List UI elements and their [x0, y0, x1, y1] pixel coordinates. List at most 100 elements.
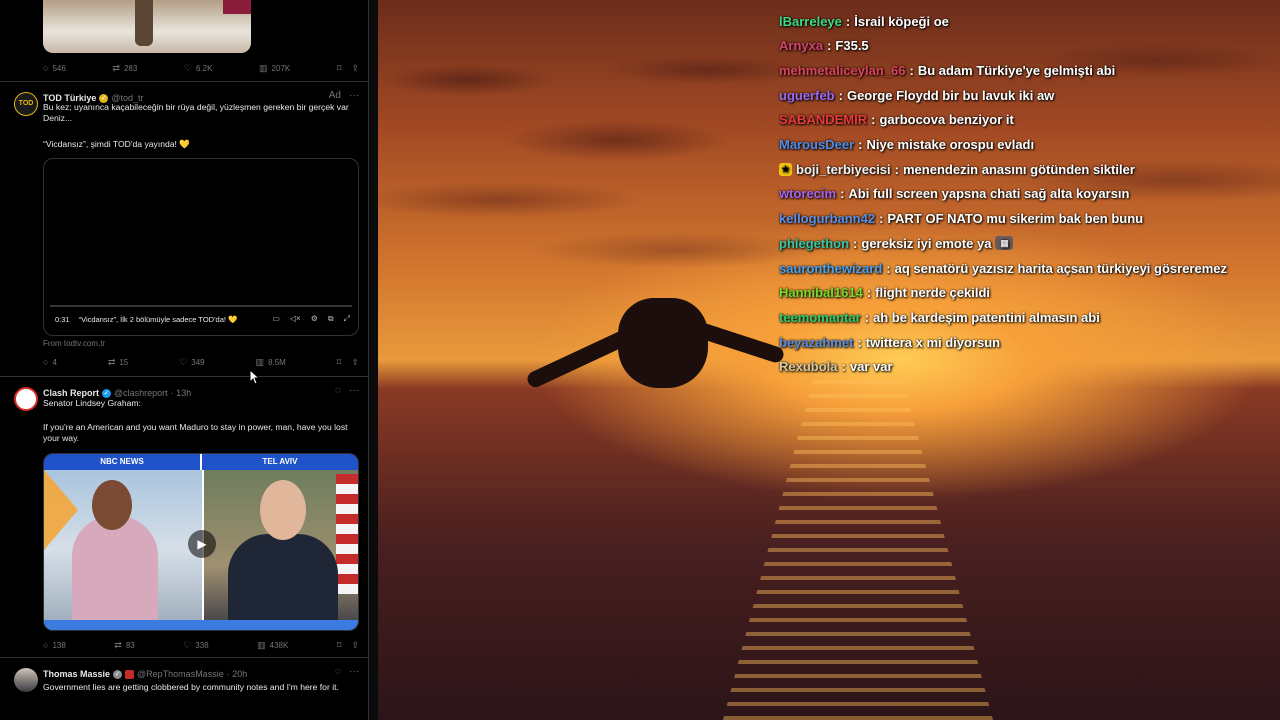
ad-label: Ad	[328, 90, 341, 101]
chat-username[interactable]: sauronthewizard	[779, 261, 882, 276]
chat-message: Rexubola: var var	[779, 357, 893, 377]
like-button[interactable]: ♡ 6.2K	[184, 63, 213, 74]
share-icon[interactable]: ⇪	[351, 640, 359, 651]
chat-separator: :	[858, 137, 863, 152]
play-icon[interactable]: ▶	[188, 530, 216, 558]
share-icon[interactable]: ⇪	[351, 63, 359, 74]
chat-message: SABANDEMIR: garbocova benziyor it	[779, 110, 1014, 130]
video-time: 0:31	[52, 313, 73, 325]
chat-username[interactable]: Arnyxa	[779, 38, 823, 53]
pip-icon[interactable]: ⧉	[328, 314, 334, 324]
chat-message: MarousDeer: Niye mistake orospu evladı	[779, 135, 1034, 155]
repost-button[interactable]: ⇄ 283	[112, 63, 137, 74]
tweet-video-thumbnail[interactable]: NBC NEWS TEL AVIV ▶	[43, 453, 359, 631]
grok-icon[interactable]: ◌	[335, 666, 341, 677]
more-options-icon[interactable]: ···	[349, 666, 359, 677]
reply-button[interactable]: ○ 4	[43, 357, 57, 367]
chat-username[interactable]: lBarreleye	[779, 14, 842, 29]
settings-icon[interactable]: ⚙	[311, 314, 318, 324]
chat-text: ah be kardeşim patentini almasın abi	[872, 309, 1100, 325]
tweet-time[interactable]: · 13h	[171, 388, 192, 398]
chat-separator: :	[871, 112, 876, 128]
chat-text: PART OF NATO mu sikerim bak ben bunu	[887, 211, 1144, 227]
chat-username[interactable]: kellogurbann42	[779, 211, 875, 226]
chat-separator: :	[866, 285, 872, 301]
bookmark-icon[interactable]: ⌑	[337, 63, 342, 74]
tweet-time[interactable]: · 20h	[227, 669, 248, 679]
chat-username[interactable]: boji_terbiyecisi	[796, 162, 891, 177]
flag-badge-icon	[125, 669, 135, 679]
chat-username[interactable]: uguerfeb	[779, 88, 835, 103]
chat-separator: :	[840, 186, 845, 202]
chat-separator: :	[864, 309, 869, 325]
chat-username[interactable]: mehmetaliceylan_66	[779, 63, 905, 78]
chat-message: Arnyxa: F35.5	[779, 36, 869, 56]
views-icon: ▥	[259, 62, 268, 73]
tweet-text: Senator Lindsey Graham:	[43, 398, 141, 408]
bookmark-icon[interactable]: ⌑	[337, 640, 342, 651]
chat-message: uguerfeb: George Floydd bir bu lavuk iki …	[779, 85, 1054, 105]
bookmark-icon[interactable]: ⌑	[337, 357, 342, 368]
reply-button[interactable]: ○ 138	[43, 640, 66, 650]
chat-text: George Floydd bir bu lavuk iki aw	[846, 87, 1055, 103]
chat-username[interactable]: SABANDEMIR	[779, 112, 867, 127]
caption-icon[interactable]: ▭	[272, 314, 280, 324]
tweet-post[interactable]: Thomas Massie ✓ @RepThomasMassie · 20h ◌…	[0, 658, 368, 720]
mouse-cursor-icon	[249, 369, 259, 385]
author-name[interactable]: Thomas Massie	[43, 669, 110, 679]
chat-separator: :	[838, 87, 843, 103]
author-name[interactable]: Clash Report	[43, 388, 99, 398]
fullscreen-icon[interactable]: ⤢	[344, 314, 350, 324]
chat-text: F35.5	[835, 38, 869, 54]
tweet-text: Bu kez; uyanınca kaçabileceğin bir rüya …	[43, 102, 349, 123]
tweet-post[interactable]: Clash Report ✓ @clashreport · 13h ◌ ··· …	[0, 377, 368, 658]
tweet-post[interactable]: ○ 546 ⇄ 283 ♡ 6.2K ▥ 207K ⌑ ⇪	[0, 0, 368, 82]
tweet-image[interactable]	[43, 0, 251, 53]
repost-icon: ⇄	[112, 62, 120, 73]
author-handle[interactable]: @RepThomasMassie	[137, 669, 224, 679]
tweet-text: “Vicdansız”, şimdi TOD'da yayında! 💛	[43, 139, 191, 149]
more-options-icon[interactable]: ···	[349, 90, 359, 101]
repost-button[interactable]: ⇄ 15	[108, 357, 128, 368]
chat-message: sauronthewizard: aq senatörü yazısız hari…	[779, 258, 1227, 278]
repost-button[interactable]: ⇄ 83	[114, 640, 134, 651]
verified-badge-icon: ✓	[102, 388, 112, 398]
views-button[interactable]: ▥ 438K	[257, 640, 288, 651]
chat-username[interactable]: Rexubola	[779, 359, 838, 374]
chat-username[interactable]: teemomantar	[779, 310, 861, 325]
grok-icon[interactable]: ◌	[335, 385, 341, 396]
video-caption: “Vicdansız”, İlk 2 bölümüyle sadece TOD'…	[78, 314, 238, 324]
avatar[interactable]	[14, 387, 38, 411]
reply-button[interactable]: ○ 546	[43, 63, 66, 73]
ad-source[interactable]: From todtv.com.tr	[43, 338, 359, 349]
author-handle[interactable]: @clashreport	[114, 388, 168, 398]
views-button[interactable]: ▥ 8.5M	[256, 357, 286, 368]
news-banner: NBC NEWS TEL AVIV	[44, 454, 358, 470]
more-options-icon[interactable]: ···	[349, 385, 359, 396]
chat-username[interactable]: phlegethon	[779, 236, 849, 251]
like-button[interactable]: ♡ 349	[179, 357, 204, 368]
avatar[interactable]: TOD	[14, 92, 38, 116]
chat-separator: :	[894, 161, 899, 177]
like-button[interactable]: ♡ 338	[183, 640, 208, 651]
chat-text: menendezin anasını götünden siktiler	[903, 161, 1135, 177]
video-controls: 0:31 “Vicdansız”, İlk 2 bölümüyle sadece…	[52, 313, 350, 325]
avatar[interactable]	[14, 668, 38, 692]
views-button[interactable]: ▥ 207K	[259, 63, 290, 74]
tweet-actions: ○ 4 ⇄ 15 ♡ 349 ▥ 8.5M ⌑ ⇪	[43, 356, 359, 368]
reply-icon: ○	[43, 63, 49, 73]
chat-username[interactable]: wtorecim	[779, 186, 836, 201]
chat-text: garbocova benziyor it	[879, 112, 1014, 128]
mute-icon[interactable]: ◁×	[290, 314, 301, 324]
chat-text: var var	[849, 359, 893, 375]
video-progress-bar[interactable]	[50, 305, 352, 307]
chat-username[interactable]: MarousDeer	[779, 137, 854, 152]
video-player[interactable]: 0:31 “Vicdansız”, İlk 2 bölümüyle sadece…	[43, 158, 359, 336]
chat-text: flight nerde çekildi	[875, 285, 991, 301]
chat-username[interactable]: beyazahmet	[779, 335, 853, 350]
tweet-post[interactable]: TOD TOD Türkiye ✓ @tod_tr Ad ··· Bu kez;…	[0, 82, 368, 377]
chat-badge-icon: ★	[779, 162, 792, 176]
share-icon[interactable]: ⇪	[351, 357, 359, 368]
views-icon: ▥	[257, 639, 266, 650]
chat-username[interactable]: Hannibal1614	[779, 285, 863, 300]
